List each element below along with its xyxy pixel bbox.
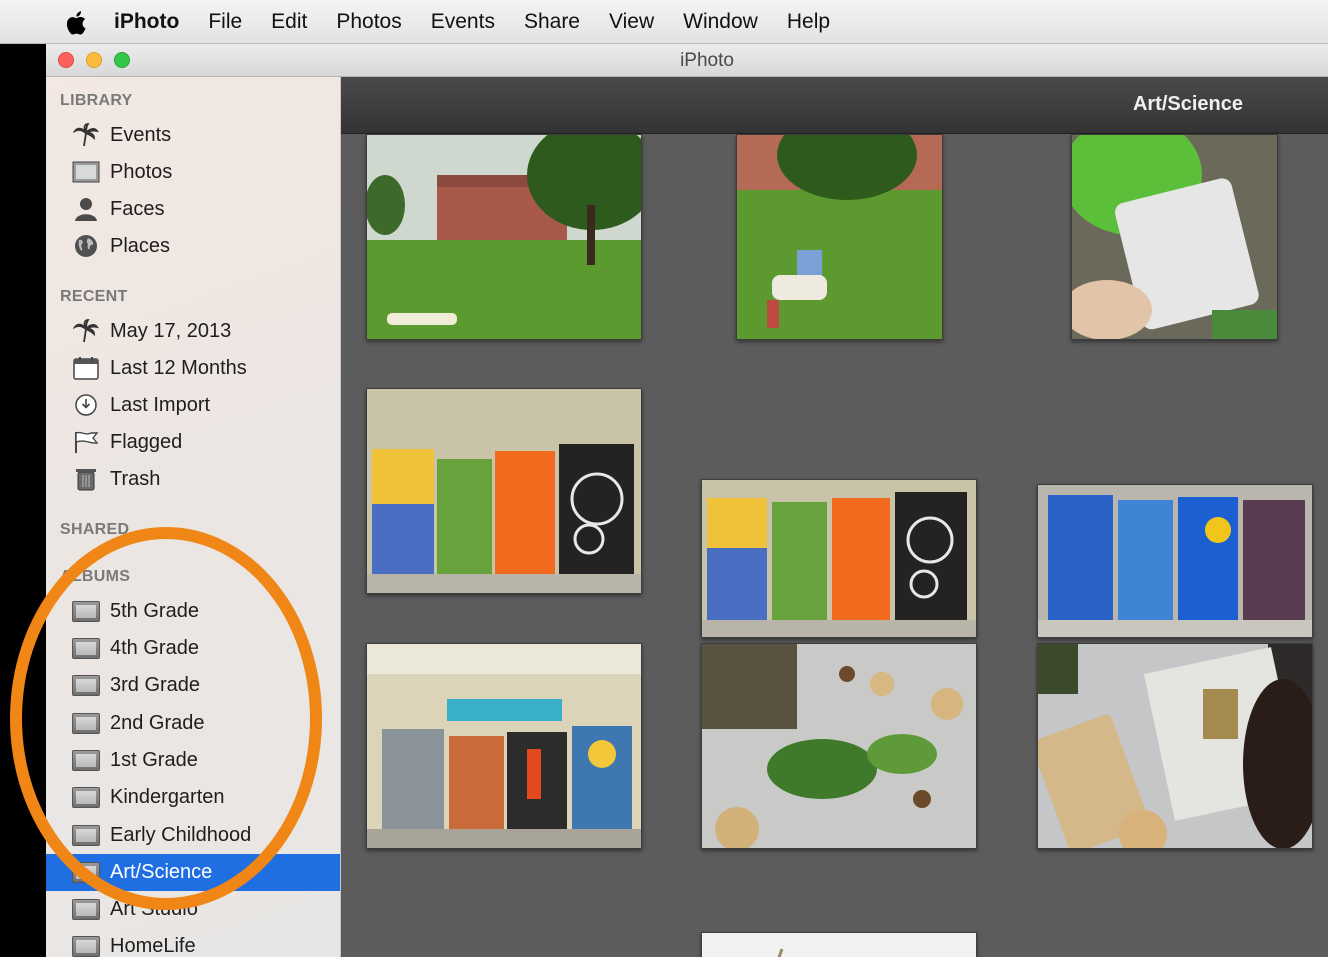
sidebar-item-label: Faces [110,198,165,220]
sidebar-item-label: Art/Science [110,861,213,883]
sidebar-item-homelife[interactable]: HomeLife [46,928,340,957]
menu-help[interactable]: Help [787,10,830,34]
sidebar-item-art-science[interactable]: Art/Science [46,854,340,891]
photo-thumbnail-8[interactable] [701,643,977,849]
sidebar-item-label: Photos [110,161,173,183]
sidebar-item-photos[interactable]: Photos [46,154,340,191]
album-icon [72,934,100,957]
photo-thumbnail-10[interactable] [701,932,977,957]
sidebar-item-may-17-2013[interactable]: May 17, 2013 [46,313,340,350]
sidebar-item-2nd-grade[interactable]: 2nd Grade [46,705,340,742]
album-icon [72,823,100,847]
sidebar-item-label: Trash [110,468,161,490]
sidebar-item-label: Kindergarten [110,786,225,808]
sidebar-item-label: 2nd Grade [110,712,205,734]
sidebar-item-last-import[interactable]: Last Import [46,387,340,424]
photo-thumbnail-1[interactable] [366,134,642,340]
sidebar-item-label: HomeLife [110,935,196,957]
menu-edit[interactable]: Edit [271,10,307,34]
album-icon [72,860,100,884]
menu-view[interactable]: View [609,10,654,34]
sidebar-item-3rd-grade[interactable]: 3rd Grade [46,667,340,704]
photos-icon [72,160,100,184]
photo-thumbnail-6[interactable] [1037,484,1313,638]
sidebar-item-label: Events [110,124,172,146]
sidebar-item-last-12-months[interactable]: Last 12 Months [46,350,340,387]
album-title: Art/Science [1132,93,1243,115]
shared-section-header: SHARED [60,521,130,538]
recent-section-header: RECENT [60,288,128,305]
photo-thumbnail-9[interactable] [1037,643,1313,849]
sidebar-item-5th-grade[interactable]: 5th Grade [46,593,340,630]
album-header-bar: Art/Science [341,77,1328,134]
album-icon [72,748,100,772]
album-icon [72,636,100,660]
sidebar-item-trash[interactable]: Trash [46,461,340,498]
album-icon [72,599,100,623]
window-title: iPhoto [680,50,734,71]
import-clock-icon [72,393,100,417]
calendar-icon [72,356,100,380]
sidebar-item-label: 4th Grade [110,637,199,659]
sidebar-item-faces[interactable]: Faces [46,191,340,228]
photo-thumbnail-5[interactable] [701,479,977,638]
palm-tree-icon [72,123,100,147]
sidebar: LIBRARY Events Photos Faces Places RECEN… [46,77,341,957]
menu-bar: iPhoto File Edit Photos Events Share Vie… [0,0,1328,44]
sidebar-item-label: 1st Grade [110,749,198,771]
sidebar-item-label: 3rd Grade [110,674,201,696]
sidebar-item-label: Places [110,235,171,257]
sidebar-item-early-childhood[interactable]: Early Childhood [46,817,340,854]
palm-tree-icon [72,319,100,343]
sidebar-item-art-studio[interactable]: Art Studio [46,891,340,928]
sidebar-item-places[interactable]: Places [46,228,340,265]
photo-thumbnail-3[interactable] [1071,134,1278,340]
photo-browser: Art/Science [341,77,1328,957]
sidebar-item-4th-grade[interactable]: 4th Grade [46,630,340,667]
sidebar-item-label: Flagged [110,431,183,453]
iphoto-window: iPhoto LIBRARY Events Photos Faces Place… [46,44,1328,957]
sidebar-item-kindergarten[interactable]: Kindergarten [46,779,340,816]
menu-app-iphoto[interactable]: iPhoto [114,10,179,34]
menu-file[interactable]: File [208,10,242,34]
photo-thumbnail-2[interactable] [736,134,943,340]
sidebar-item-label: Last Import [110,394,211,416]
trash-icon [72,467,100,491]
faces-icon [72,197,100,221]
menu-events[interactable]: Events [431,10,495,34]
album-icon [72,897,100,921]
apple-menu-icon[interactable] [66,10,90,35]
photo-thumbnail-7[interactable] [366,643,642,849]
albums-section-header: ALBUMS [60,568,131,585]
sidebar-item-label: Early Childhood [110,824,252,846]
window-titlebar[interactable]: iPhoto [46,44,1328,77]
menu-photos[interactable]: Photos [336,10,401,34]
flag-icon [72,430,100,454]
menu-window[interactable]: Window [683,10,758,34]
sidebar-item-flagged[interactable]: Flagged [46,424,340,461]
sidebar-item-label: Last 12 Months [110,357,247,379]
sidebar-item-label: 5th Grade [110,600,199,622]
menu-share[interactable]: Share [524,10,580,34]
sidebar-item-label: May 17, 2013 [110,320,232,342]
album-icon [72,785,100,809]
album-icon [72,673,100,697]
globe-icon [72,234,100,258]
album-icon [72,711,100,735]
sidebar-item-events[interactable]: Events [46,117,340,154]
sidebar-item-label: Art Studio [110,898,198,920]
sidebar-item-1st-grade[interactable]: 1st Grade [46,742,340,779]
photo-thumbnail-4[interactable] [366,388,642,594]
library-section-header: LIBRARY [60,92,133,109]
